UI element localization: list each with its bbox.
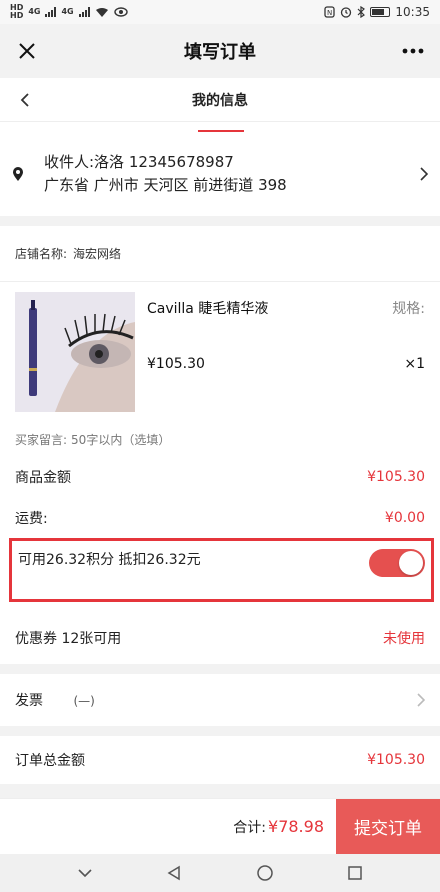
close-button[interactable] [12,36,42,66]
address-line: 广东省 广州市 天河区 前进街道 398 [44,176,287,194]
order-total-value: ¥105.30 [367,752,425,768]
order-total-row: 订单总金额 ¥105.30 [0,736,440,784]
signal-icon [45,7,57,17]
more-button[interactable] [398,36,428,66]
product-spec: 规格: [392,301,425,317]
hd-indicator: HD HD [10,4,23,20]
svg-text:N: N [327,9,332,17]
network-label-2: 4G [61,7,74,16]
section-title: 我的信息 [192,92,248,109]
store-name: 海宏网络 [73,247,122,261]
toggle-knob [399,551,423,575]
more-icon [402,48,424,54]
spacer [0,726,440,736]
product-row-bottom: ¥105.30 ×1 [147,356,425,372]
points-bottom-pad [0,602,440,612]
nav-home-icon[interactable] [256,864,274,882]
nav-back-icon[interactable] [166,865,182,881]
note-label: 买家留言: [15,432,68,447]
page-title: 填写订单 [184,42,256,63]
goods-amount-row: 商品金额 ¥105.30 [0,456,440,498]
bluetooth-icon [357,6,366,18]
points-wrap: 可用26.32积分 抵扣26.32元 [0,538,440,602]
chevron-down-icon[interactable] [77,868,93,878]
status-left: HD HD 4G 4G [10,4,128,20]
invoice-row[interactable]: 发票 (—) [0,674,440,726]
coupon-row[interactable]: 优惠券 12张可用 未使用 [0,612,440,664]
nfc-icon: N [324,6,336,18]
hd-label-bottom: HD [10,11,24,20]
store-row: 店铺名称: 海宏网络 [0,226,440,282]
product-item[interactable]: Cavilla 睫毛精华液 规格: ¥105.30 ×1 [0,282,440,422]
points-toggle[interactable] [369,549,425,577]
system-nav-bar [0,854,440,892]
chevron-left-icon [20,93,29,107]
chevron-right-icon [420,167,428,181]
signal-icon-2 [78,7,90,17]
product-info: Cavilla 睫毛精华液 规格: ¥105.30 ×1 [135,292,425,412]
alarm-icon [341,7,352,18]
battery-icon [370,7,391,17]
shipping-label: 运费: [15,511,48,527]
total-label: 合计: [233,819,267,836]
tab-indicator [198,130,244,132]
goods-amount-label: 商品金额 [15,470,71,486]
invoice-group: 发票 (—) [15,690,95,710]
note-placeholder: 50字以内（选填） [71,432,171,447]
total-value: ¥78.98 [268,817,324,836]
buyer-note-field[interactable]: 买家留言: 50字以内（选填） [0,422,440,456]
points-text: 可用26.32积分 抵扣26.32元 [18,552,201,568]
order-total-label: 订单总金额 [15,753,85,769]
top-bar: 填写订单 [0,24,440,78]
goods-amount-value: ¥105.30 [367,469,425,485]
product-name: Cavilla 睫毛精华液 [147,301,269,317]
invoice-value: (—) [73,694,95,708]
status-bar: HD HD 4G 4G N 10:35 [0,0,440,24]
status-right: N 10:35 [324,5,430,19]
coupon-label: 优惠券 12张可用 [15,631,122,647]
points-row: 可用26.32积分 抵扣26.32元 [9,538,434,602]
coupon-value: 未使用 [383,631,425,647]
product-row-top: Cavilla 睫毛精华液 规格: [147,292,425,318]
invoice-label: 发票 [15,693,43,709]
location-pin-icon [12,166,34,182]
spacer [0,664,440,674]
eye-icon [113,7,128,17]
wifi-icon [95,7,108,17]
chevron-right-icon [417,693,425,707]
nav-recents-icon[interactable] [347,865,363,881]
spacer [0,216,440,226]
back-button[interactable] [10,85,40,115]
status-time: 10:35 [395,5,430,19]
recipient-line: 收件人:洛洛 12345678987 [44,153,234,171]
product-price: ¥105.30 [147,356,205,372]
shipping-row: 运费: ¥0.00 [0,498,440,538]
shipping-value: ¥0.00 [384,510,425,526]
product-quantity: ×1 [404,356,425,372]
network-label-1: 4G [28,7,41,16]
checkout-bar: 合计: ¥78.98 提交订单 [0,798,440,855]
submit-order-button[interactable]: 提交订单 [336,798,440,855]
close-icon [19,43,35,59]
store-label: 店铺名称: [15,247,68,261]
sub-header: 我的信息 [0,78,440,122]
address-card[interactable]: 收件人:洛洛 12345678987 广东省 广州市 天河区 前进街道 398 [0,132,440,216]
tab-indicator-wrap [0,122,440,132]
address-text: 收件人:洛洛 12345678987 广东省 广州市 天河区 前进街道 398 [34,151,420,197]
product-image [15,292,135,412]
